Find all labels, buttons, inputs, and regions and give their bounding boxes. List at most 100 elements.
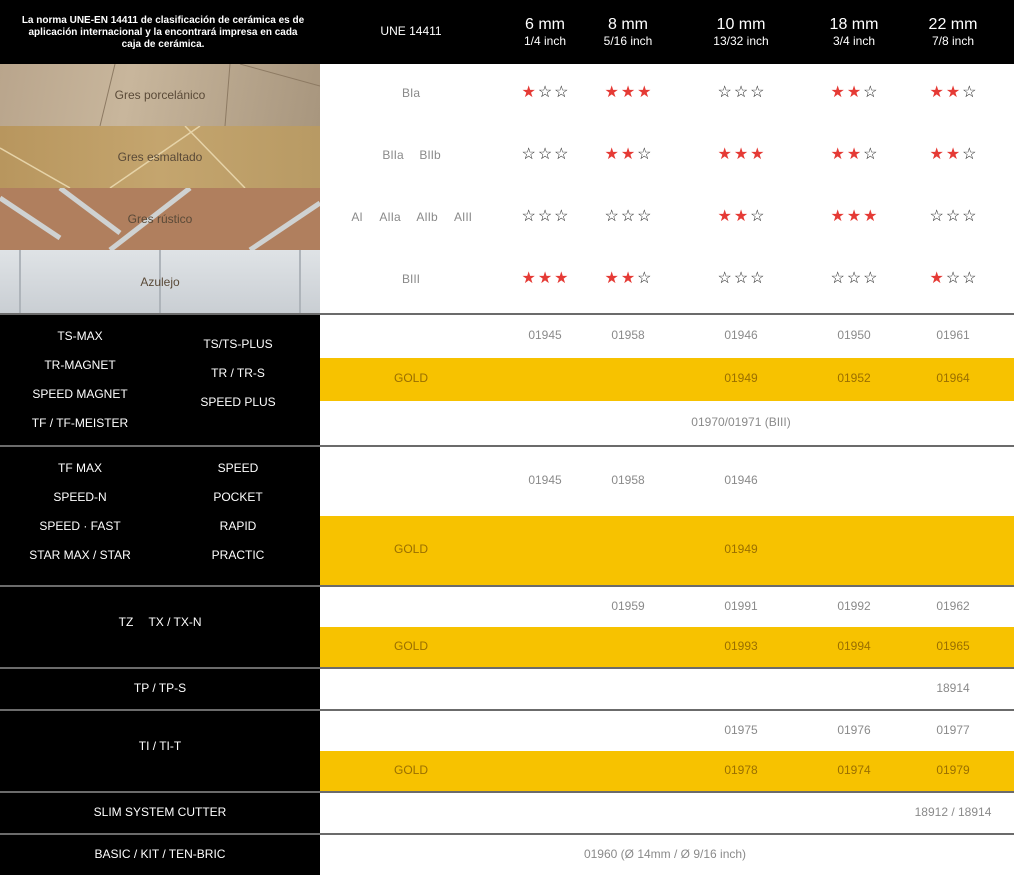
star-rating: ★ ★ ☆: [928, 84, 977, 102]
star-empty-icon: ☆: [863, 146, 878, 163]
star-empty-icon: ☆: [554, 146, 569, 163]
size-header-8mm: 8 mm 5/16 inch: [604, 16, 653, 48]
star-filled-icon: ★: [521, 84, 536, 101]
star-empty-icon: ☆: [717, 270, 732, 287]
star-filled-icon: ★: [717, 146, 732, 163]
size-header-6mm: 6 mm 1/4 inch: [524, 16, 566, 48]
part-number: 01945: [528, 473, 562, 487]
part-number: 01979: [936, 763, 970, 777]
star-rating: ☆ ☆ ☆: [716, 270, 765, 288]
tile-class: AI: [351, 210, 363, 224]
tool-name: STAR MAX / STAR: [29, 548, 131, 562]
star-empty-icon: ☆: [929, 208, 944, 225]
tool-name: PRACTIC: [211, 548, 265, 562]
star-filled-icon: ★: [846, 208, 862, 225]
star-rating: ★ ★ ★: [520, 270, 569, 288]
star-filled-icon: ★: [537, 270, 553, 287]
size-mm: 18 mm: [829, 16, 879, 33]
star-empty-icon: ☆: [537, 84, 553, 101]
part-number: 01975: [724, 723, 758, 737]
star-filled-icon: ★: [750, 146, 765, 163]
size-header-18mm: 18 mm 3/4 inch: [830, 16, 879, 48]
star-empty-icon: ☆: [521, 208, 536, 225]
star-filled-icon: ★: [830, 208, 845, 225]
part-number: 01976: [837, 723, 871, 737]
star-empty-icon: ☆: [717, 84, 732, 101]
star-empty-icon: ☆: [537, 146, 553, 163]
part-number: 01962: [936, 599, 970, 613]
star-rating: ★ ★ ☆: [603, 270, 652, 288]
tool-name: TX / TX-N: [148, 615, 202, 629]
star-empty-icon: ☆: [863, 84, 878, 101]
tool-name: SPEED: [217, 461, 259, 475]
tile-class: AIIb: [416, 210, 438, 224]
tool-name: SPEED MAGNET: [32, 387, 128, 401]
tool-name: BASIC / KIT / TEN-BRIC: [94, 847, 226, 861]
star-filled-icon: ★: [637, 84, 652, 101]
part-number: 01945: [528, 328, 562, 342]
tool-name: TP / TP-S: [133, 681, 187, 695]
star-filled-icon: ★: [604, 84, 619, 101]
star-empty-icon: ☆: [554, 208, 569, 225]
part-number: 01961: [936, 328, 970, 342]
size-mm: 8 mm: [607, 16, 648, 33]
tile-class: AIIa: [379, 210, 401, 224]
gold-label: GOLD: [393, 639, 429, 653]
star-empty-icon: ☆: [863, 270, 878, 287]
star-filled-icon: ★: [604, 270, 619, 287]
group-tools-2: [0, 447, 320, 585]
tool-name: TZ: [118, 615, 134, 629]
star-rating: ★ ☆ ☆: [928, 270, 977, 288]
tile-class: BIIb: [419, 148, 441, 162]
tool-name: TS/TS-PLUS: [203, 337, 273, 351]
star-rating: ★ ★ ★: [716, 146, 765, 164]
star-filled-icon: ★: [945, 146, 961, 163]
size-inch: 5/16 inch: [603, 34, 653, 48]
size-header-10mm: 10 mm 13/32 inch: [713, 16, 768, 48]
intro-text: La norma UNE-EN 14411 de clasificación d…: [21, 15, 305, 50]
star-empty-icon: ☆: [750, 84, 765, 101]
tool-name: SPEED-N: [53, 490, 107, 504]
part-number: 01958: [611, 473, 645, 487]
star-filled-icon: ★: [830, 84, 845, 101]
star-filled-icon: ★: [604, 146, 619, 163]
star-rating: ☆ ☆ ☆: [520, 208, 569, 226]
size-mm: 22 mm: [928, 16, 978, 33]
tile-name: Gres rústico: [127, 212, 193, 226]
star-empty-icon: ☆: [637, 270, 652, 287]
tool-name: TR / TR-S: [211, 366, 265, 380]
star-empty-icon: ☆: [945, 208, 961, 225]
star-rating: ★ ★ ☆: [829, 146, 878, 164]
tile-class: BIII: [401, 272, 421, 286]
part-number: 01958: [611, 328, 645, 342]
star-empty-icon: ☆: [537, 208, 553, 225]
star-filled-icon: ★: [554, 270, 569, 287]
part-number: 01978: [724, 763, 758, 777]
size-inch: 3/4 inch: [832, 34, 876, 48]
part-number: 01977: [936, 723, 970, 737]
tool-name: POCKET: [213, 490, 263, 504]
star-filled-icon: ★: [733, 208, 749, 225]
tool-name: TR-MAGNET: [44, 358, 116, 372]
part-number: 01992: [837, 599, 871, 613]
gold-label: GOLD: [393, 371, 429, 385]
size-inch: 1/4 inch: [523, 34, 567, 48]
star-empty-icon: ☆: [962, 270, 977, 287]
tile-name: Gres porcelánico: [114, 88, 206, 102]
norm-header: UNE 14411: [380, 24, 442, 38]
part-number: 01952: [837, 371, 871, 385]
size-mm: 10 mm: [716, 16, 766, 33]
gold-label: GOLD: [393, 763, 429, 777]
star-rating: ★ ★ ☆: [603, 146, 652, 164]
tool-name: TF / TF-MEISTER: [31, 416, 129, 430]
star-empty-icon: ☆: [554, 84, 569, 101]
star-filled-icon: ★: [863, 208, 878, 225]
part-number: 01946: [724, 328, 758, 342]
part-number: 18914: [936, 681, 970, 695]
part-number: 01993: [724, 639, 758, 653]
star-empty-icon: ☆: [750, 270, 765, 287]
star-filled-icon: ★: [830, 146, 845, 163]
size-header-22mm: 22 mm 7/8 inch: [929, 16, 978, 48]
star-filled-icon: ★: [929, 270, 944, 287]
part-number: 01970/01971 (BIII): [691, 415, 791, 429]
